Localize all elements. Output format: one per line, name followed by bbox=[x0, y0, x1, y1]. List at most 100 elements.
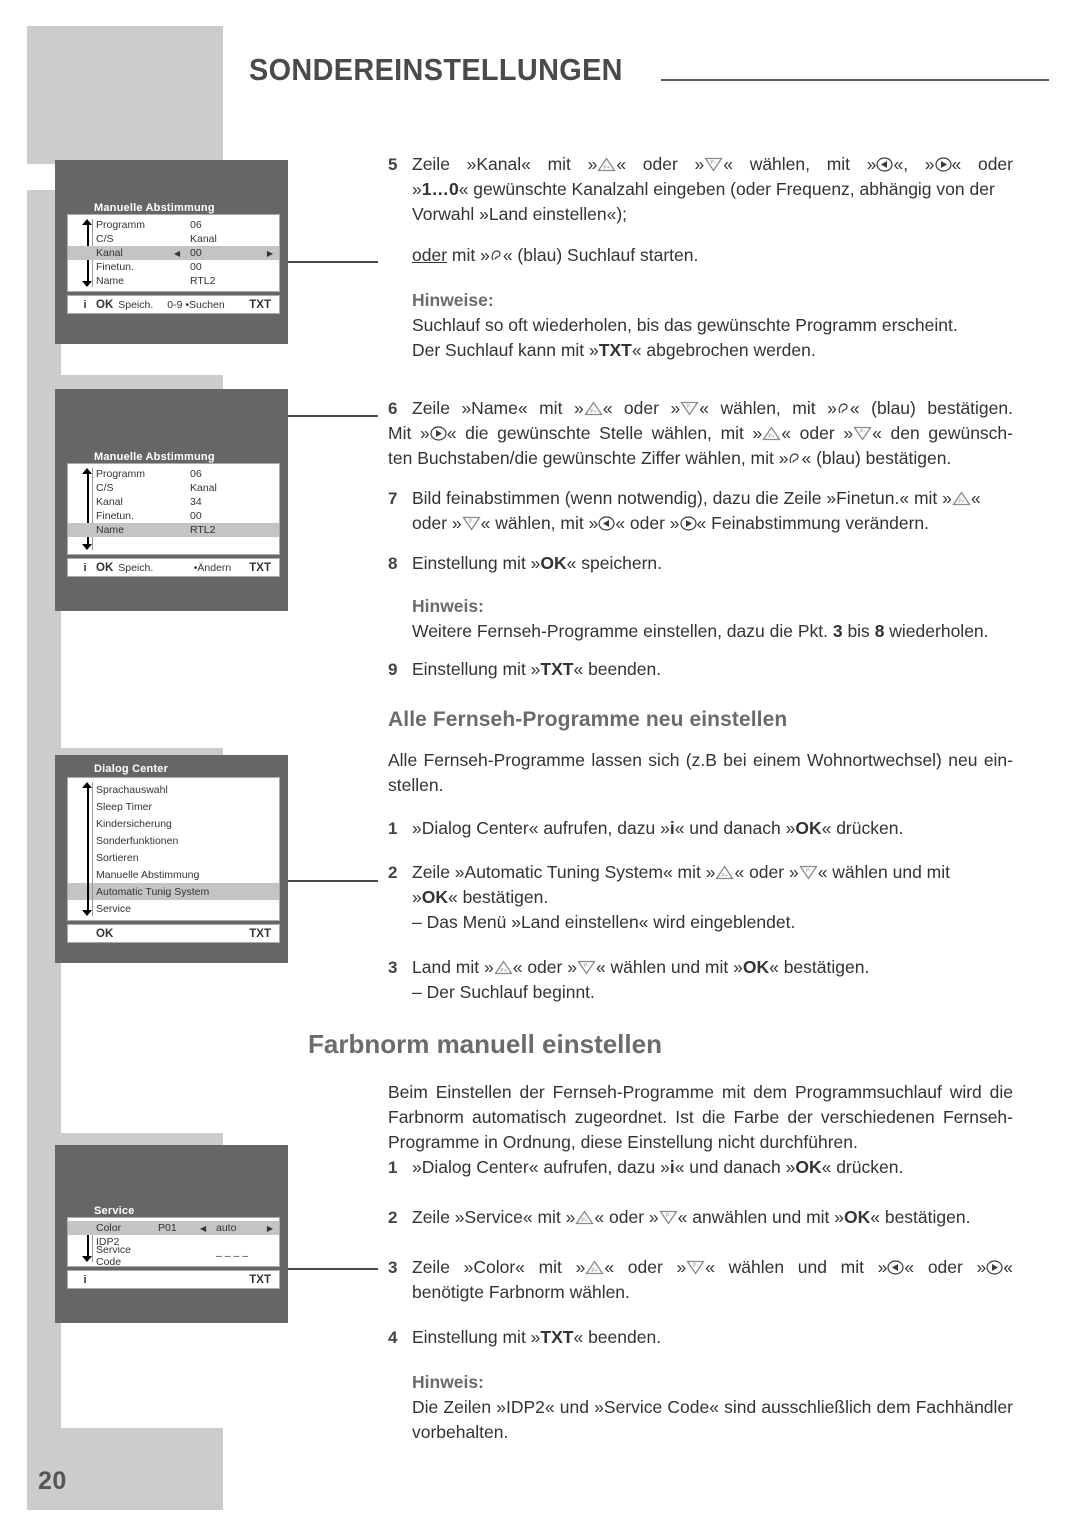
tv-menu-row[interactable]: C/S Kanal bbox=[68, 232, 279, 246]
step-text: Zeile »Color« mit » bbox=[412, 1257, 586, 1277]
txt-key-label[interactable]: TXT bbox=[249, 299, 271, 311]
step-text: « drücken. bbox=[821, 818, 904, 838]
tv-menu-row-selected[interactable]: Kanal ◀ 00 ▶ bbox=[68, 246, 279, 260]
tv-row-value: 06 bbox=[190, 219, 202, 231]
section-alle-intro: Alle Fernseh-Programme lassen sich (z.B … bbox=[388, 748, 1013, 798]
blue-button-icon bbox=[490, 248, 503, 263]
step-row: 3 Zeile »Color« mit » P+ « oder » P- « wähle… bbox=[388, 1255, 1013, 1305]
tv-menu-row[interactable]: Finetun. 00 bbox=[68, 509, 279, 523]
tv-menu-row[interactable]: Programm 06 bbox=[68, 467, 279, 481]
step-text: »Dialog Center« aufrufen, dazu » bbox=[412, 1157, 670, 1177]
txt-key-label[interactable]: TXT bbox=[249, 928, 271, 940]
header-rule bbox=[661, 79, 1049, 81]
tv-menu-row-selected[interactable]: Color P01 ◀ auto ▶ bbox=[68, 1221, 279, 1235]
txt-key-label[interactable]: TXT bbox=[249, 1274, 271, 1286]
tv-menu-panel: Sprachauswahl Sleep Timer Kindersicherun… bbox=[67, 777, 280, 921]
step-text: « (blau) bestätigen. bbox=[801, 448, 952, 468]
p-plus-triangle-up-icon: P+ bbox=[585, 1260, 605, 1275]
svg-text:P+: P+ bbox=[722, 873, 728, 879]
step-number-spacer bbox=[388, 288, 412, 363]
ok-key-label[interactable]: OK bbox=[96, 562, 113, 574]
tv-menu-row[interactable]: Finetun. 00 bbox=[68, 260, 279, 274]
step-body: oder mit » « (blau) Suchlauf starten. bbox=[412, 243, 1013, 268]
hinweis-line: vorbehalten. bbox=[412, 1422, 509, 1442]
step-line: Zeile »Automatic Tuning System« mit » P+ «… bbox=[412, 860, 1013, 885]
tv-menu-item[interactable]: Sprachauswahl bbox=[68, 781, 279, 798]
ok-key-label[interactable]: OK bbox=[96, 299, 113, 311]
ok-key-label[interactable]: OK bbox=[96, 928, 113, 940]
ok-key-label: OK bbox=[421, 887, 448, 907]
step-text: « bbox=[1003, 1257, 1014, 1277]
step-text: Zeile »Kanal« mit » bbox=[412, 154, 598, 174]
intro-line: stellen. bbox=[388, 775, 444, 795]
left-arrow-icon[interactable]: ◀ bbox=[174, 249, 190, 258]
tv-menu-row[interactable]: Kanal 34 bbox=[68, 495, 279, 509]
p-plus-triangle-up-icon: P+ bbox=[715, 865, 735, 880]
tv-menu-row-selected[interactable]: Name RTL2 bbox=[68, 523, 279, 537]
step-text: « (blau) Suchlauf starten. bbox=[502, 245, 699, 265]
right-arrow-icon[interactable]: ▶ bbox=[267, 249, 273, 258]
tv-row-label: Finetun. bbox=[96, 510, 134, 522]
tv-row-program: P01 bbox=[158, 1222, 177, 1234]
step-text: oder » bbox=[412, 513, 462, 533]
step-text: » bbox=[412, 887, 422, 907]
numeric-keys-label: 1…0 bbox=[421, 179, 459, 199]
p-plus-triangle-up-icon: P+ bbox=[597, 157, 617, 172]
step-8: 8 Einstellung mit »OK« speichern. bbox=[388, 551, 1013, 576]
step-text: « anwählen und mit » bbox=[677, 1207, 844, 1227]
step-row: 1 »Dialog Center« aufrufen, dazu »i« und… bbox=[388, 1155, 1013, 1180]
step-text: « oder » bbox=[512, 957, 577, 977]
section-farbnorm-intro: Beim Einstellen der Fernseh-Programme mi… bbox=[388, 1080, 1013, 1155]
tv-row-value: 00 bbox=[190, 261, 202, 273]
tv-menu-item[interactable]: Sortieren bbox=[68, 849, 279, 866]
decorative-band-segment bbox=[27, 26, 223, 164]
left-arrow-icon[interactable]: ◀ bbox=[200, 1224, 216, 1233]
tv-menu-row[interactable]: Programm 06 bbox=[68, 218, 279, 232]
step-number: 5 bbox=[388, 155, 398, 174]
farbnorm-step-4: 4 Einstellung mit »TXT« beenden. bbox=[388, 1325, 1013, 1350]
tv-menu-row[interactable]: Name RTL2 bbox=[68, 274, 279, 288]
blue-button-icon bbox=[788, 451, 801, 466]
right-arrow-icon[interactable]: ▶ bbox=[267, 1224, 273, 1233]
tv-menu-row[interactable]: C/S Kanal bbox=[68, 481, 279, 495]
step-text: « wählen und mit » bbox=[595, 957, 743, 977]
step-body: Zeile »Name« mit » P+ « oder » P- « wählen, … bbox=[412, 396, 1013, 421]
step-body: Zeile »Kanal« mit » P+ « oder » P- « wählen,… bbox=[412, 152, 1013, 227]
step-line: Zeile »Name« mit » P+ « oder » P- « wählen, … bbox=[412, 396, 1013, 421]
hinweise-line: Der Suchlauf kann mit »TXT« abgebrochen … bbox=[412, 338, 1013, 363]
p-minus-triangle-down-icon: P- bbox=[798, 865, 818, 880]
tv-menu-item[interactable]: Kindersicherung bbox=[68, 815, 279, 832]
step-text: bis bbox=[842, 621, 875, 641]
tv-menu-item[interactable]: Sonderfunktionen bbox=[68, 832, 279, 849]
tv-row-value: 34 bbox=[190, 496, 202, 508]
section-alle-heading: Alle Fernseh-Programme neu einstellen bbox=[388, 706, 1013, 734]
tv-menu-row[interactable]: Service Code – – – – bbox=[68, 1244, 279, 1268]
tv-menu-item[interactable]: Service bbox=[68, 900, 279, 917]
hinweis-title: Hinweis: bbox=[412, 1372, 484, 1392]
info-icon[interactable]: i bbox=[74, 562, 96, 574]
tv-row-label: Finetun. bbox=[96, 261, 134, 273]
tv-menu-item[interactable]: Sleep Timer bbox=[68, 798, 279, 815]
step-text: « und danach » bbox=[674, 818, 796, 838]
info-icon[interactable]: i bbox=[74, 1274, 96, 1286]
tv-menu-item[interactable]: Manuelle Abstimmung bbox=[68, 866, 279, 883]
vertical-scroll-arrow-icon bbox=[82, 782, 93, 916]
tv-menu-panel: Programm 06 C/S Kanal Kanal 34 Finetun. bbox=[67, 463, 280, 555]
page-number: 20 bbox=[38, 1467, 67, 1495]
decorative-band-segment bbox=[27, 375, 223, 389]
step-row: 3 Land mit » P+ « oder » P- « wählen und mit… bbox=[388, 955, 1013, 1005]
step-ref-number: 8 bbox=[874, 621, 885, 641]
farbnorm-hinweis: Hinweis: Die Zeilen »IDP2« und »Service … bbox=[388, 1370, 1013, 1445]
info-icon[interactable]: i bbox=[74, 299, 96, 311]
p-minus-triangle-down-icon: P- bbox=[577, 960, 596, 975]
p-minus-triangle-down-icon: P- bbox=[686, 1260, 705, 1275]
step-row: Hinweise: Suchlauf so oft wiederholen, b… bbox=[388, 288, 1013, 363]
step-number: 2 bbox=[388, 863, 398, 882]
step-row: 7 Bild feinabstimmen (wenn notwendig), d… bbox=[388, 486, 1013, 536]
step-text: Einstellung mit » bbox=[412, 659, 541, 679]
svg-text:P+: P+ bbox=[604, 165, 610, 171]
tv-menu-item-selected[interactable]: Automatic Tunig System bbox=[68, 883, 279, 900]
txt-key-label[interactable]: TXT bbox=[249, 562, 271, 574]
intro-line: Programme in Ordnung, diese Einstellung … bbox=[388, 1132, 858, 1152]
step-line: Vorwahl »Land einstellen«); bbox=[412, 204, 628, 224]
